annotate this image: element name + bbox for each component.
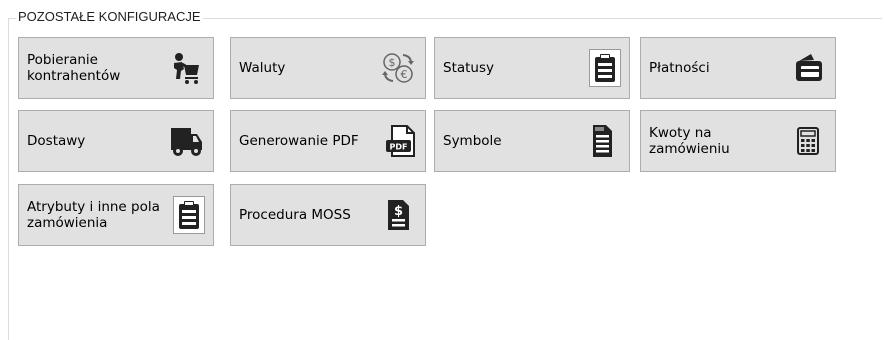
button-label: Pobieranie kontrahentów bbox=[27, 52, 121, 84]
kwoty-na-zamowieniu-button[interactable]: Kwoty na zamówieniu bbox=[640, 110, 836, 172]
zip-file-list-icon bbox=[585, 124, 619, 158]
wallet-icon bbox=[791, 51, 825, 85]
dostawy-button[interactable]: Dostawy bbox=[18, 110, 214, 172]
calculator-icon bbox=[791, 124, 825, 158]
pdf-file-icon: PDF bbox=[385, 124, 419, 158]
generowanie-pdf-button[interactable]: Generowanie PDF PDF bbox=[230, 110, 426, 172]
clipboard-checklist-icon bbox=[589, 49, 621, 87]
svg-text:€: € bbox=[401, 68, 408, 81]
button-label: Waluty bbox=[239, 60, 286, 76]
svg-text:$: $ bbox=[394, 204, 403, 219]
button-label: Atrybuty i inne pola zamówienia bbox=[27, 199, 160, 231]
button-label: Kwoty na zamówieniu bbox=[649, 125, 730, 157]
dollar-document-icon: $ bbox=[381, 198, 415, 232]
button-label: Symbole bbox=[443, 133, 502, 149]
procedura-moss-button[interactable]: Procedura MOSS $ bbox=[230, 184, 426, 246]
pobieranie-kontrahentow-button[interactable]: Pobieranie kontrahentów bbox=[18, 37, 214, 99]
button-label: Statusy bbox=[443, 60, 495, 76]
svg-text:$: $ bbox=[389, 56, 396, 69]
group-title: POZOSTAŁE KONFIGURACJE bbox=[16, 9, 203, 24]
currency-exchange-icon: $ € bbox=[381, 51, 415, 85]
pdf-badge-text: PDF bbox=[390, 143, 408, 152]
button-label: Procedura MOSS bbox=[239, 207, 351, 223]
button-label: Generowanie PDF bbox=[239, 133, 359, 149]
button-label: Dostawy bbox=[27, 133, 86, 149]
button-label: Płatności bbox=[649, 60, 710, 76]
clipboard-checklist-icon bbox=[173, 196, 205, 234]
statusy-button[interactable]: Statusy bbox=[434, 37, 630, 99]
delivery-truck-icon bbox=[169, 124, 203, 158]
platnosci-button[interactable]: Płatności bbox=[640, 37, 836, 99]
waluty-button[interactable]: Waluty $ € bbox=[230, 37, 426, 99]
atrybuty-button[interactable]: Atrybuty i inne pola zamówienia bbox=[18, 184, 214, 246]
symbole-button[interactable]: Symbole bbox=[434, 110, 630, 172]
shopping-cart-person-icon bbox=[169, 51, 203, 85]
